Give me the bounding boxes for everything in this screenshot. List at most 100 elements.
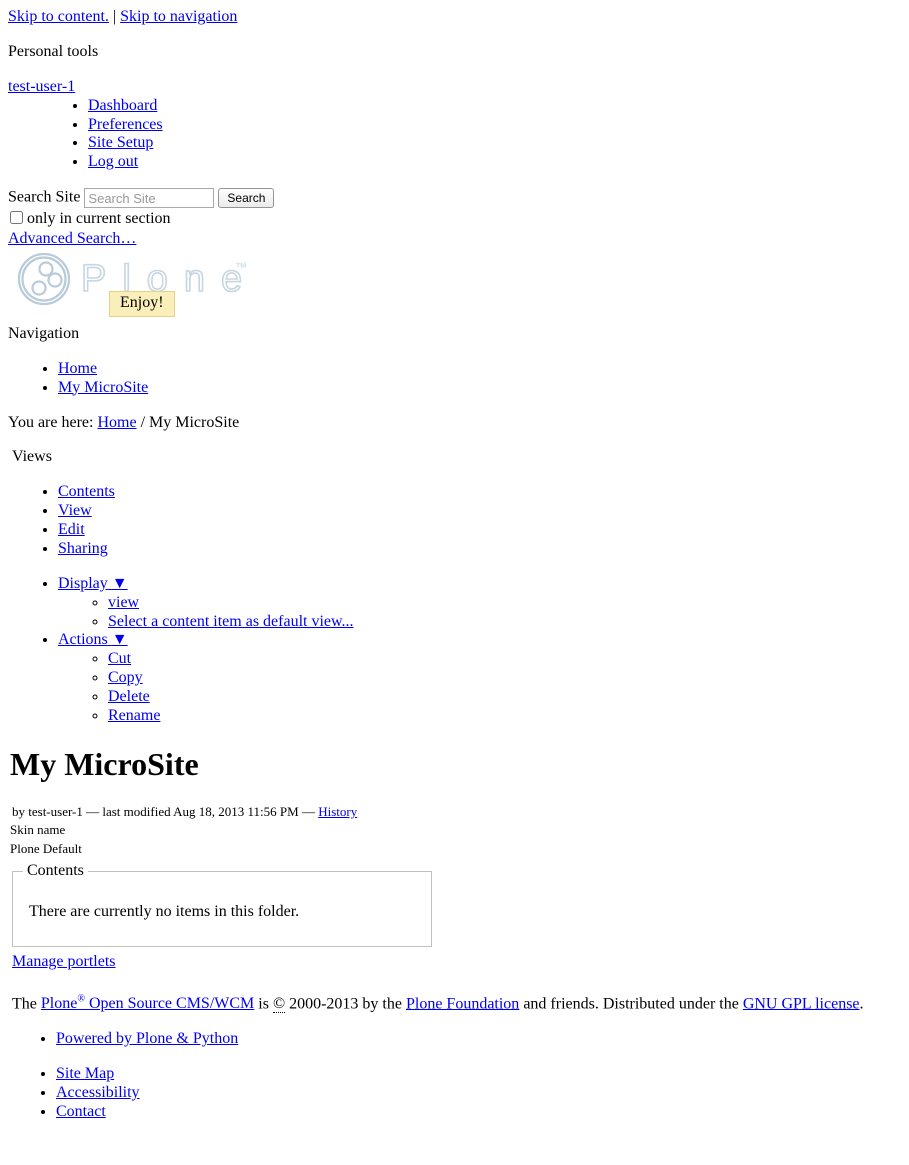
site-logo-row: Plone ™ Enjoy! — [8, 252, 901, 317]
navigation-body: Home My MicroSite — [8, 360, 901, 398]
contents-legend: Contents — [27, 862, 84, 880]
list-item: Delete — [108, 688, 901, 707]
views-heading: Views — [12, 448, 52, 466]
plone-link-suffix: Open Source CMS/WCM — [88, 995, 255, 1013]
list-item: Site Map — [56, 1065, 901, 1084]
byline-modified: last modified Aug 18, 2013 11:56 PM — [102, 803, 299, 819]
skin-name-label: Skin name — [10, 822, 66, 838]
contents-fieldset: Contents There are currently no items in… — [12, 862, 432, 948]
chevron-down-icon: ▼ — [111, 574, 128, 592]
only-current-section-checkbox[interactable] — [10, 211, 23, 225]
nav-item-home[interactable]: Home — [58, 360, 97, 377]
current-user-link[interactable]: test-user-1 — [8, 78, 75, 95]
byline-dash: — — [301, 803, 315, 819]
display-option-select-default-view[interactable]: Select a content item as default view... — [108, 613, 354, 630]
skip-links-separator-char: | — [112, 8, 117, 25]
plone-cms-link[interactable]: Plone® Open Source CMS/WCM — [41, 993, 255, 1013]
view-tab-contents[interactable]: Contents — [58, 483, 115, 500]
view-tab-view[interactable]: View — [58, 502, 92, 519]
actions-menu-items: Cut Copy Delete Rename — [58, 650, 901, 726]
breadcrumb: You are here: Home / My MicroSite — [8, 414, 901, 433]
copyright-icon: © — [272, 995, 286, 1014]
manage-portlets-link[interactable]: Manage portlets — [12, 953, 116, 970]
gnu-gpl-license-link[interactable]: GNU GPL license — [743, 995, 860, 1012]
footer-text-5: . — [859, 995, 864, 1013]
skip-links: Skip to content. | Skip to navigation — [8, 8, 901, 27]
site-action-contact[interactable]: Contact — [56, 1103, 106, 1120]
footer-copyright: The Plone® Open Source CMS/WCM is © 2000… — [12, 994, 901, 1014]
byline-dash: — — [86, 803, 100, 819]
action-delete[interactable]: Delete — [108, 688, 150, 705]
search-box: Search Site Search only in current secti… — [8, 188, 901, 249]
search-section-row: only in current section — [8, 210, 901, 229]
nav-item-my-microsite[interactable]: My MicroSite — [58, 379, 148, 396]
action-rename[interactable]: Rename — [108, 707, 160, 724]
personal-tool-log-out[interactable]: Log out — [88, 153, 138, 170]
trademark-symbol: ™ — [235, 260, 247, 274]
breadcrumb-current: My MicroSite — [149, 413, 240, 431]
plone-foundation-link[interactable]: Plone Foundation — [406, 995, 519, 1012]
views-body: Contents View Edit Sharing Display ▼ vie… — [12, 483, 901, 726]
view-tab-sharing[interactable]: Sharing — [58, 540, 108, 557]
actions-menu-toggle[interactable]: Actions ▼ — [58, 631, 128, 648]
list-item: Dashboard — [88, 97, 901, 116]
enjoy-tooltip: Enjoy! — [109, 290, 175, 317]
registered-trademark-icon: ® — [77, 993, 85, 1005]
display-menu-items: view Select a content item as default vi… — [58, 594, 901, 632]
personal-tools-body: test-user-1 Dashboard Preferences Site S… — [8, 78, 901, 172]
list-item: Cut — [108, 650, 901, 669]
breadcrumb-home-link[interactable]: Home — [97, 414, 136, 431]
list-item: Sharing — [58, 540, 901, 559]
skip-to-navigation-link[interactable]: Skip to navigation — [120, 8, 237, 25]
colophon-list: Powered by Plone & Python — [8, 1030, 901, 1049]
search-label: Search Site — [8, 188, 81, 206]
navigation-heading: Navigation — [8, 324, 80, 342]
view-tab-edit[interactable]: Edit — [58, 521, 85, 538]
document-byline: by test-user-1 — last modified Aug 18, 2… — [12, 803, 901, 821]
powered-by-link[interactable]: Powered by Plone & Python — [56, 1030, 238, 1047]
contents-empty-message: There are currently no items in this fol… — [29, 903, 300, 921]
personal-tool-site-setup[interactable]: Site Setup — [88, 134, 153, 151]
history-link[interactable]: History — [318, 804, 357, 819]
display-menu-toggle[interactable]: Display ▼ — [58, 575, 128, 592]
list-item: view — [108, 594, 901, 613]
site-actions-list: Site Map Accessibility Contact — [8, 1065, 901, 1122]
list-item: Accessibility — [56, 1084, 901, 1103]
list-item: Select a content item as default view... — [108, 613, 901, 632]
list-item: View — [58, 502, 901, 521]
search-button[interactable]: Search — [218, 188, 275, 209]
views-menus-list: Display ▼ view Select a content item as … — [12, 575, 901, 726]
footer-text-4: and friends. Distributed under the — [523, 995, 739, 1013]
personal-tools-heading: Personal tools — [8, 42, 99, 60]
list-item: Edit — [58, 521, 901, 540]
footer-text-3: 2000-2013 by the — [289, 995, 402, 1013]
list-item: Powered by Plone & Python — [56, 1030, 901, 1049]
list-item: Home — [58, 360, 901, 379]
advanced-search-link[interactable]: Advanced Search… — [8, 230, 901, 249]
skip-to-content-link[interactable]: Skip to content. — [8, 8, 109, 25]
views-menu: Views Contents View Edit Sharing Display… — [12, 448, 901, 725]
search-input[interactable] — [84, 188, 215, 209]
action-copy[interactable]: Copy — [108, 669, 143, 686]
display-menu-label: Display — [58, 574, 108, 592]
list-item: Site Setup — [88, 134, 901, 153]
display-menu: Display ▼ view Select a content item as … — [58, 575, 901, 632]
chevron-down-icon: ▼ — [111, 631, 128, 649]
list-item: Log out — [88, 153, 901, 172]
action-cut[interactable]: Cut — [108, 650, 131, 667]
site-action-sitemap[interactable]: Site Map — [56, 1065, 114, 1082]
navigation-portlet: Navigation Home My MicroSite — [8, 325, 901, 398]
personal-tools-portlet: Personal tools test-user-1 Dashboard Pre… — [8, 43, 901, 172]
actions-menu: Actions ▼ Cut Copy Delete Rename — [58, 631, 901, 725]
display-option-view[interactable]: view — [108, 594, 139, 611]
site-action-accessibility[interactable]: Accessibility — [56, 1084, 140, 1101]
personal-tool-preferences[interactable]: Preferences — [88, 116, 163, 133]
personal-tool-dashboard[interactable]: Dashboard — [88, 97, 157, 114]
footer-text-1: The — [12, 995, 37, 1013]
personal-tools-list: Dashboard Preferences Site Setup Log out — [8, 97, 901, 173]
breadcrumb-separator: / — [140, 413, 146, 431]
actions-menu-label: Actions — [58, 631, 108, 649]
list-item: Copy — [108, 669, 901, 688]
list-item: Rename — [108, 707, 901, 726]
list-item: Contents — [58, 483, 901, 502]
